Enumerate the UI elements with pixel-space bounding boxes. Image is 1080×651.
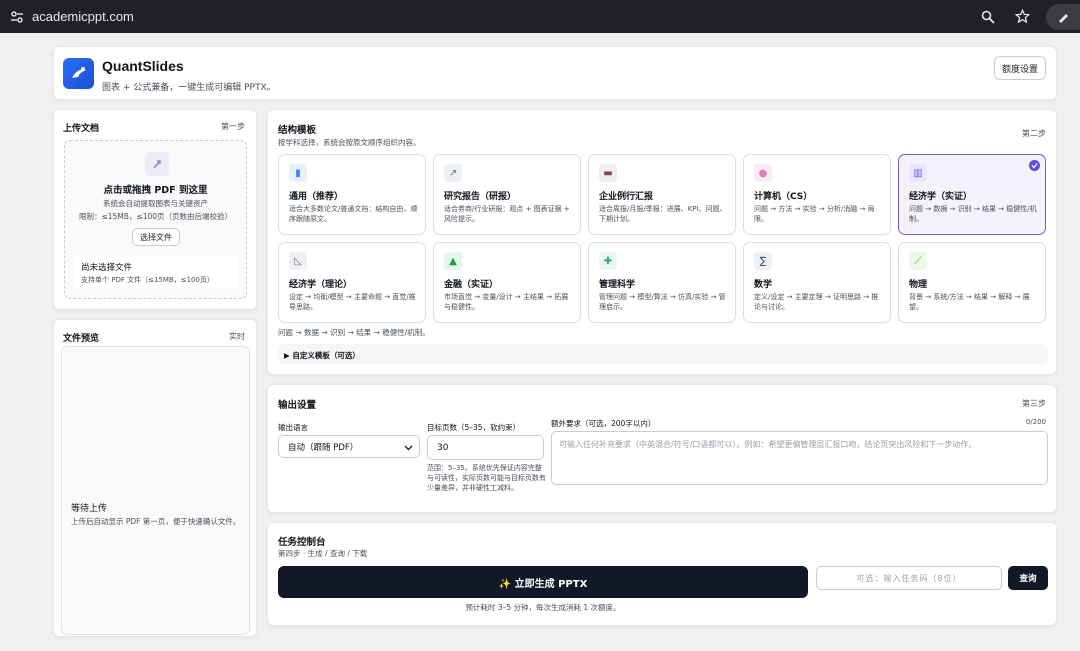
preview-title: 文件预览 — [63, 334, 100, 344]
triangle-ruler-icon: ◺ — [289, 252, 307, 270]
file-status: 尚未选择文件 支持单个 PDF 文件（≤15MB，≤100页） — [73, 255, 238, 289]
dropzone-subtitle: 系统会自动提取图表与关键资产 — [103, 199, 208, 208]
template-tile-title: 通用（推荐） — [289, 192, 344, 202]
dropzone-title: 点击或拖拽 PDF 到这里 — [103, 185, 208, 196]
template-step: 第二步 — [1022, 129, 1046, 138]
generate-pptx-button[interactable]: ✨ 立即生成 PPTX — [278, 566, 808, 598]
check-icon — [1029, 160, 1040, 171]
template-subtitle: 按学科选择，系统会按原文顺序组织内容。 — [278, 138, 421, 147]
template-tile-description: 市场直觉 → 变量/设计 → 主结果 → 拓展与稳健性。 — [444, 293, 569, 311]
pages-hint: 范围：5–35。系统优先保证内容完整与可读性，实际页数可能与目标页数有少量差异，… — [427, 464, 546, 492]
upload-icon — [145, 152, 169, 176]
chevron-down-icon — [404, 443, 413, 455]
app-title: QuantSlides — [102, 58, 184, 74]
upload-panel: 上传文档 第一步 点击或拖拽 PDF 到这里 系统会自动提取图表与关键资产 限制… — [53, 109, 257, 310]
task-subtitle: 第四步 · 生成 / 查询 / 下载 — [278, 549, 368, 558]
sigma-icon: ∑ — [754, 252, 772, 270]
template-tile[interactable]: ✚ 管理科学管理问题 → 模型/算法 → 仿真/实验 → 管理启示。 — [588, 242, 736, 323]
preview-area: 等待上传 上传后自动显示 PDF 第一页，便于快速确认文件。 — [61, 346, 250, 635]
template-tile[interactable]: ● 计算机（CS） 问题 → 方法 → 实验 → 分析/消融 → 局限。 — [743, 154, 891, 235]
template-tile-description: 定义/设定 → 主要定理 → 证明思路 → 推论与讨论。 — [754, 293, 879, 311]
template-tile-description: 适合券商/行业研报：观点 + 图表证据 + 风险提示。 — [444, 205, 570, 223]
address-bar[interactable]: academicppt.com — [32, 9, 134, 24]
template-tile-description: 设定 → 均衡/模型 → 主要命题 → 直觉/推导思路。 — [289, 293, 416, 311]
template-tile-description: 背景 → 系统/方法 → 结果 → 解释 → 展望。 — [909, 293, 1030, 311]
growth-chart-icon: ▲ — [444, 252, 462, 270]
pages-label: 目标页数（5–35，软约束） — [427, 423, 521, 432]
language-label: 输出语言 — [278, 423, 308, 432]
template-tile[interactable]: ↗ 研究报告（研报） 适合券商/行业研报：观点 + 图表证据 + 风险提示。 — [433, 154, 581, 235]
zoom-icon[interactable] — [980, 9, 996, 25]
template-tile[interactable]: ∑ 数学定义/设定 → 主要定理 → 证明思路 → 推论与讨论。 — [743, 242, 891, 323]
preview-empty-title: 等待上传 — [71, 504, 108, 514]
selected-template-chain: 问题 → 数据 → 识别 → 结果 → 稳健性/机制。 — [278, 328, 430, 337]
bookmark-star-icon[interactable] — [1014, 9, 1030, 25]
custom-template-label: ▶ 自定义模板（可选） — [284, 351, 360, 360]
task-code-input[interactable]: 可选：输入任务码（8位） — [816, 566, 1002, 590]
template-tile-title: 物理 — [909, 280, 928, 290]
upload-title: 上传文档 — [63, 124, 100, 134]
template-tile-title: 经济学（理论） — [289, 280, 353, 290]
extra-requirements-textarea[interactable]: 可输入任何补充要求（中英混合/符号/口语都可以）。例如：希望更偏管理层汇报口吻，… — [551, 431, 1048, 485]
extension-icon[interactable] — [1046, 3, 1080, 30]
tune-icon[interactable] — [10, 10, 24, 24]
template-tile-title: 数学 — [754, 280, 773, 290]
preview-empty-subtitle: 上传后自动显示 PDF 第一页，便于快速确认文件。 — [71, 517, 241, 526]
template-tile-description: 问题 → 数据 → 识别 → 结果 → 稳健性/机制。 — [909, 205, 1037, 223]
template-tile-title: 管理科学 — [599, 280, 636, 290]
puzzle-icon: ✚ — [599, 252, 617, 270]
template-title: 结构模板 — [278, 125, 317, 136]
template-tile[interactable]: ▬ 企业例行汇报适合周报/月报/季报：进展、KPI、问题、下期计划。 — [588, 154, 736, 235]
template-panel: 结构模板 按学科选择，系统会按原文顺序组织内容。 第二步 ▮ 通用（推荐） 适合大多… — [267, 109, 1057, 375]
preview-badge: 实时 — [229, 332, 245, 341]
target-pages-input[interactable]: 30 — [427, 435, 544, 460]
output-step: 第三步 — [1022, 399, 1046, 408]
bar-chart-icon: ▥ — [909, 164, 927, 182]
preview-panel: 文件预览 实时 等待上传 上传后自动显示 PDF 第一页，便于快速确认文件。 — [53, 319, 257, 637]
template-tile[interactable]: ⟋ 物理背景 → 系统/方法 → 结果 → 解释 → 展望。 — [898, 242, 1046, 323]
language-value: 自动（跟随 PDF） — [288, 442, 359, 453]
app-header: QuantSlides 图表 + 公式兼备，一键生成可编辑 PPTX。 额度设置 — [53, 46, 1057, 100]
extra-char-count: 0/200 — [1025, 418, 1046, 426]
trend-chart-icon: ↗ — [444, 164, 462, 182]
upload-step: 第一步 — [221, 122, 245, 131]
template-tile-title: 金融（实证） — [444, 280, 499, 290]
template-tile[interactable]: ▥ 经济学（实证） 问题 → 数据 → 识别 → 结果 → 稳健性/机制。 — [898, 154, 1046, 235]
output-title: 输出设置 — [278, 400, 317, 411]
task-console-panel: 任务控制台 第四步 · 生成 / 查询 / 下载 ✨ 立即生成 PPTX 预计耗… — [267, 522, 1057, 626]
book-icon: ▮ — [289, 164, 307, 182]
generate-hint: 预计耗时 3–5 分钟，每次生成消耗 1 次额度。 — [465, 603, 621, 612]
template-tile-description: 问题 → 方法 → 实验 → 分析/消融 → 局限。 — [754, 205, 875, 223]
template-tile-description: 管理问题 → 模型/算法 → 仿真/实验 → 管理启示。 — [599, 293, 726, 311]
template-tile[interactable]: ▲ 金融（实证） 市场直觉 → 变量/设计 → 主结果 → 拓展与稳健性。 — [433, 242, 581, 323]
template-tile-title: 计算机（CS） — [754, 192, 813, 202]
template-tile[interactable]: ◺ 经济学（理论） 设定 → 均衡/模型 → 主要命题 → 直觉/推导思路。 — [278, 242, 426, 323]
choose-file-button[interactable]: 选择文件 — [132, 228, 180, 246]
template-tile-title: 企业例行汇报 — [599, 192, 654, 202]
template-tile-title: 研究报告（研报） — [444, 192, 517, 202]
brain-icon: ● — [754, 164, 772, 182]
app-logo — [63, 58, 94, 89]
quota-settings-button[interactable]: 额度设置 — [994, 56, 1046, 80]
language-select[interactable]: 自动（跟随 PDF） — [278, 435, 420, 458]
query-button[interactable]: 查询 — [1008, 566, 1048, 590]
extra-requirements-label: 额外要求（可选，200字以内） — [551, 419, 656, 428]
briefcase-icon: ▬ — [599, 164, 617, 182]
task-title: 任务控制台 — [278, 537, 326, 548]
file-status-subtitle: 支持单个 PDF 文件（≤15MB，≤100页） — [81, 276, 214, 284]
dropzone-limit: 限制：≤15MB，≤100页（页数由后端校验） — [78, 212, 233, 221]
test-tube-icon: ⟋ — [909, 252, 927, 270]
template-tile-description: 适合大多数论文/普通文档：结构自由，顺序跟随原文。 — [289, 205, 418, 223]
output-settings-panel: 输出设置 第三步 输出语言 自动（跟随 PDF） 目标页数（5–35，软约束） … — [267, 384, 1057, 513]
file-status-title: 尚未选择文件 — [81, 263, 133, 273]
template-tile-description: 适合周报/月报/季报：进展、KPI、问题、下期计划。 — [599, 205, 727, 223]
app-subtitle: 图表 + 公式兼备，一键生成可编辑 PPTX。 — [102, 83, 276, 93]
browser-toolbar: academicppt.com — [0, 0, 1080, 33]
template-tile[interactable]: ▮ 通用（推荐） 适合大多数论文/普通文档：结构自由，顺序跟随原文。 — [278, 154, 426, 235]
pdf-dropzone[interactable]: 点击或拖拽 PDF 到这里 系统会自动提取图表与关键资产 限制：≤15MB，≤1… — [64, 140, 247, 299]
template-tile-title: 经济学（实证） — [909, 192, 973, 202]
custom-template-toggle[interactable]: ▶ 自定义模板（可选） — [278, 344, 1048, 364]
